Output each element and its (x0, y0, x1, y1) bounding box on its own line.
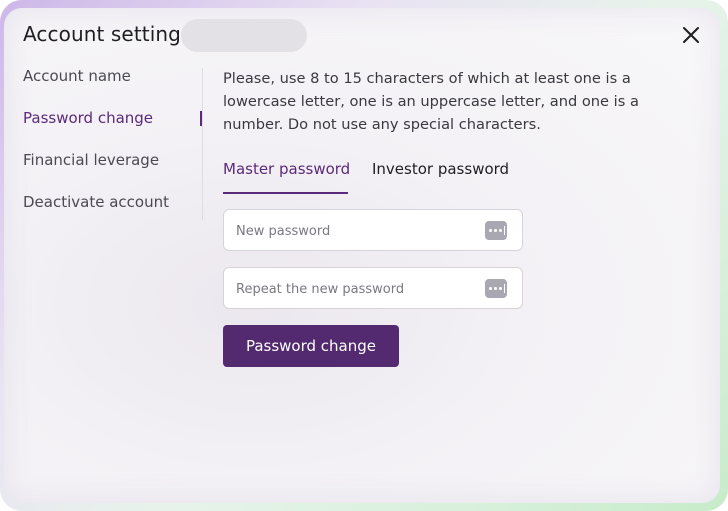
new-password-input[interactable] (234, 210, 478, 252)
password-change-button[interactable]: Password change (223, 325, 399, 367)
sidebar-item-deactivate-account[interactable]: Deactivate account (23, 192, 203, 234)
account-settings-dialog: Account settings Account name Password c… (4, 8, 720, 503)
window-frame: Account settings Account name Password c… (0, 0, 728, 511)
repeat-password-input[interactable] (234, 268, 478, 310)
password-requirements-text: Please, use 8 to 15 characters of which … (223, 70, 639, 133)
password-dots-icon[interactable] (485, 221, 507, 240)
sidebar-item-financial-leverage[interactable]: Financial leverage (23, 150, 203, 192)
settings-sidebar: Account name Password change Financial l… (23, 66, 203, 234)
sidebar-item-account-name[interactable]: Account name (23, 66, 203, 108)
dialog-title: Account settings (23, 22, 192, 46)
sidebar-active-indicator (200, 111, 202, 126)
tab-master-password[interactable]: Master password (223, 160, 350, 194)
close-button[interactable] (680, 24, 702, 46)
tab-investor-password[interactable]: Investor password (372, 160, 509, 192)
title-placeholder-pill (181, 19, 307, 52)
sidebar-divider (202, 68, 203, 220)
password-dots-icon[interactable] (485, 279, 507, 298)
repeat-password-field (223, 267, 523, 310)
new-password-field (223, 209, 523, 252)
sidebar-item-password-change[interactable]: Password change (23, 108, 203, 150)
close-icon (683, 27, 699, 43)
